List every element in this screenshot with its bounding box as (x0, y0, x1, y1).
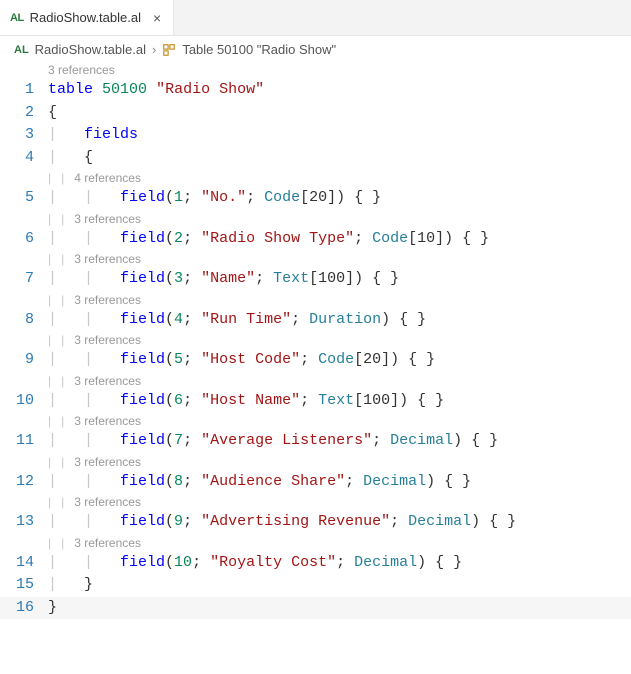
codelens[interactable]: 3 references (74, 495, 141, 509)
line-number: 16 (0, 597, 48, 620)
line-number: 10 (0, 390, 48, 413)
code-line: | | field(9; "Advertising Revenue"; Deci… (48, 511, 631, 534)
codelens[interactable]: 3 references (74, 455, 141, 469)
tab-filename: RadioShow.table.al (30, 10, 141, 25)
codelens[interactable]: 3 references (74, 414, 141, 428)
editor-tab[interactable]: AL RadioShow.table.al × (0, 0, 174, 35)
line-number: 7 (0, 268, 48, 291)
line-number: 11 (0, 430, 48, 453)
codelens[interactable]: 3 references (74, 333, 141, 347)
codelens[interactable]: 3 references (74, 374, 141, 388)
code-line: | | field(1; "No."; Code[20]) { } (48, 187, 631, 210)
line-number: 14 (0, 552, 48, 575)
codelens[interactable]: 4 references (74, 171, 141, 185)
codelens[interactable]: 3 references (74, 252, 141, 266)
chevron-right-icon: › (152, 42, 156, 57)
line-number: 2 (0, 102, 48, 125)
line-number: 9 (0, 349, 48, 372)
codelens[interactable]: 3 references (74, 212, 141, 226)
code-line: | | field(2; "Radio Show Type"; Code[10]… (48, 228, 631, 251)
line-number: 15 (0, 574, 48, 597)
codelens[interactable]: 3 references (74, 536, 141, 550)
code-line: { (48, 102, 631, 125)
breadcrumb-symbol[interactable]: Table 50100 "Radio Show" (182, 42, 336, 57)
code-line: | | field(3; "Name"; Text[100]) { } (48, 268, 631, 291)
al-language-icon: AL (10, 12, 24, 24)
code-editor[interactable]: 3 references 1table 50100 "Radio Show" 2… (0, 61, 631, 627)
tab-bar: AL RadioShow.table.al × (0, 0, 631, 36)
al-language-icon: AL (14, 44, 29, 56)
breadcrumb: AL RadioShow.table.al › Table 50100 "Rad… (0, 36, 631, 61)
code-line: table 50100 "Radio Show" (48, 79, 631, 102)
codelens[interactable]: 3 references (74, 293, 141, 307)
line-number: 5 (0, 187, 48, 210)
breadcrumb-file[interactable]: RadioShow.table.al (35, 42, 146, 57)
code-line: | } (48, 574, 631, 597)
code-line: | | field(4; "Run Time"; Duration) { } (48, 309, 631, 332)
line-number: 8 (0, 309, 48, 332)
code-line: | | field(6; "Host Name"; Text[100]) { } (48, 390, 631, 413)
code-line: | | field(5; "Host Code"; Code[20]) { } (48, 349, 631, 372)
code-line: | fields (48, 124, 631, 147)
codelens[interactable]: 3 references (48, 61, 631, 79)
code-line: | | field(7; "Average Listeners"; Decima… (48, 430, 631, 453)
line-number: 13 (0, 511, 48, 534)
line-number: 12 (0, 471, 48, 494)
line-number: 1 (0, 79, 48, 102)
code-line: | | field(8; "Audience Share"; Decimal) … (48, 471, 631, 494)
line-number: 4 (0, 147, 48, 170)
close-icon[interactable]: × (151, 10, 163, 26)
line-number: 6 (0, 228, 48, 251)
code-line: | | field(10; "Royalty Cost"; Decimal) {… (48, 552, 631, 575)
code-line: | { (48, 147, 631, 170)
line-number: 3 (0, 124, 48, 147)
code-line: } (48, 597, 631, 620)
symbol-struct-icon (162, 43, 176, 57)
